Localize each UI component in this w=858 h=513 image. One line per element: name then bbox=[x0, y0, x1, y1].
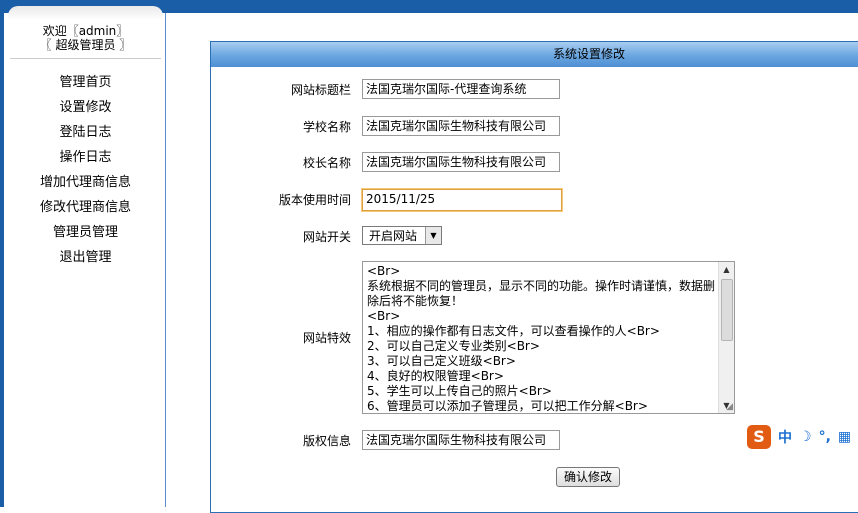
sidebar-item-settings[interactable]: 设置修改 bbox=[8, 98, 163, 123]
sidebar-item-login-log[interactable]: 登陆日志 bbox=[8, 123, 163, 148]
punctuation-icon[interactable]: °, bbox=[819, 429, 831, 445]
welcome-divider bbox=[10, 58, 161, 59]
scroll-thumb[interactable] bbox=[721, 279, 733, 341]
resize-handle-icon[interactable]: ◢ bbox=[726, 402, 733, 412]
confirm-button[interactable]: 确认修改 bbox=[556, 467, 621, 487]
keyboard-icon[interactable]: ▦ bbox=[838, 429, 851, 445]
sogou-logo-icon[interactable]: S bbox=[747, 424, 771, 449]
site-title-input[interactable]: 法国克瑞尔国际-代理查询系统 bbox=[362, 79, 560, 99]
site-features-label: 网站特效 bbox=[302, 331, 351, 345]
copyright-input[interactable]: 法国克瑞尔国际生物科技有限公司 bbox=[362, 430, 560, 450]
welcome-role: 〖 超级管理员 〗 bbox=[39, 38, 132, 52]
principal-name-input[interactable]: 法国克瑞尔国际生物科技有限公司 bbox=[362, 152, 560, 172]
site-features-text: <Br> 系统根据不同的管理员，显示不同的功能。操作时请谨慎，数据删除后将不能恢… bbox=[367, 264, 716, 413]
welcome-user: 欢迎〖admin〗 bbox=[42, 24, 129, 38]
panel-header: 系统设置修改 bbox=[211, 42, 858, 67]
site-switch-label: 网站开关 bbox=[302, 230, 351, 244]
copyright-label: 版权信息 bbox=[302, 434, 351, 448]
sidebar-item-home[interactable]: 管理首页 bbox=[8, 73, 163, 98]
user-panel-header bbox=[8, 6, 163, 20]
site-features-textarea[interactable]: <Br> 系统根据不同的管理员，显示不同的功能。操作时请谨慎，数据删除后将不能恢… bbox=[362, 261, 735, 414]
sidebar-item-logout[interactable]: 退出管理 bbox=[8, 248, 163, 273]
ime-language-toggle[interactable]: 中 bbox=[778, 427, 792, 447]
sidebar-item-admin-manage[interactable]: 管理员管理 bbox=[8, 223, 163, 248]
scroll-up-icon[interactable]: ▲ bbox=[719, 262, 734, 277]
textarea-scrollbar[interactable]: ▲ ▼ bbox=[718, 262, 734, 413]
school-name-input[interactable]: 法国克瑞尔国际生物科技有限公司 bbox=[362, 116, 560, 136]
sidebar-nav: 管理首页 设置修改 登陆日志 操作日志 增加代理商信息 修改代理商信息 管理员管… bbox=[8, 73, 163, 273]
sidebar-item-operation-log[interactable]: 操作日志 bbox=[8, 148, 163, 173]
version-time-label: 版本使用时间 bbox=[278, 193, 351, 207]
site-switch-select[interactable]: 开启网站 ▼ bbox=[362, 226, 442, 245]
chevron-down-icon[interactable]: ▼ bbox=[425, 227, 441, 244]
site-switch-value: 开启网站 bbox=[369, 229, 418, 243]
moon-icon[interactable]: ☽ bbox=[799, 429, 812, 445]
principal-name-label: 校长名称 bbox=[302, 156, 351, 170]
sidebar-item-edit-agent[interactable]: 修改代理商信息 bbox=[8, 198, 163, 223]
welcome-text: 欢迎〖admin〗 〖 超级管理员 〗 bbox=[8, 24, 163, 52]
sidebar-item-add-agent[interactable]: 增加代理商信息 bbox=[8, 173, 163, 198]
panel-title: 系统设置修改 bbox=[552, 47, 625, 61]
version-time-input[interactable]: 2015/11/25 bbox=[362, 189, 562, 211]
ime-toolbar: S 中 ☽ °, ▦ bbox=[745, 423, 858, 450]
site-title-label: 网站标题栏 bbox=[290, 83, 351, 97]
school-name-label: 学校名称 bbox=[302, 120, 351, 134]
